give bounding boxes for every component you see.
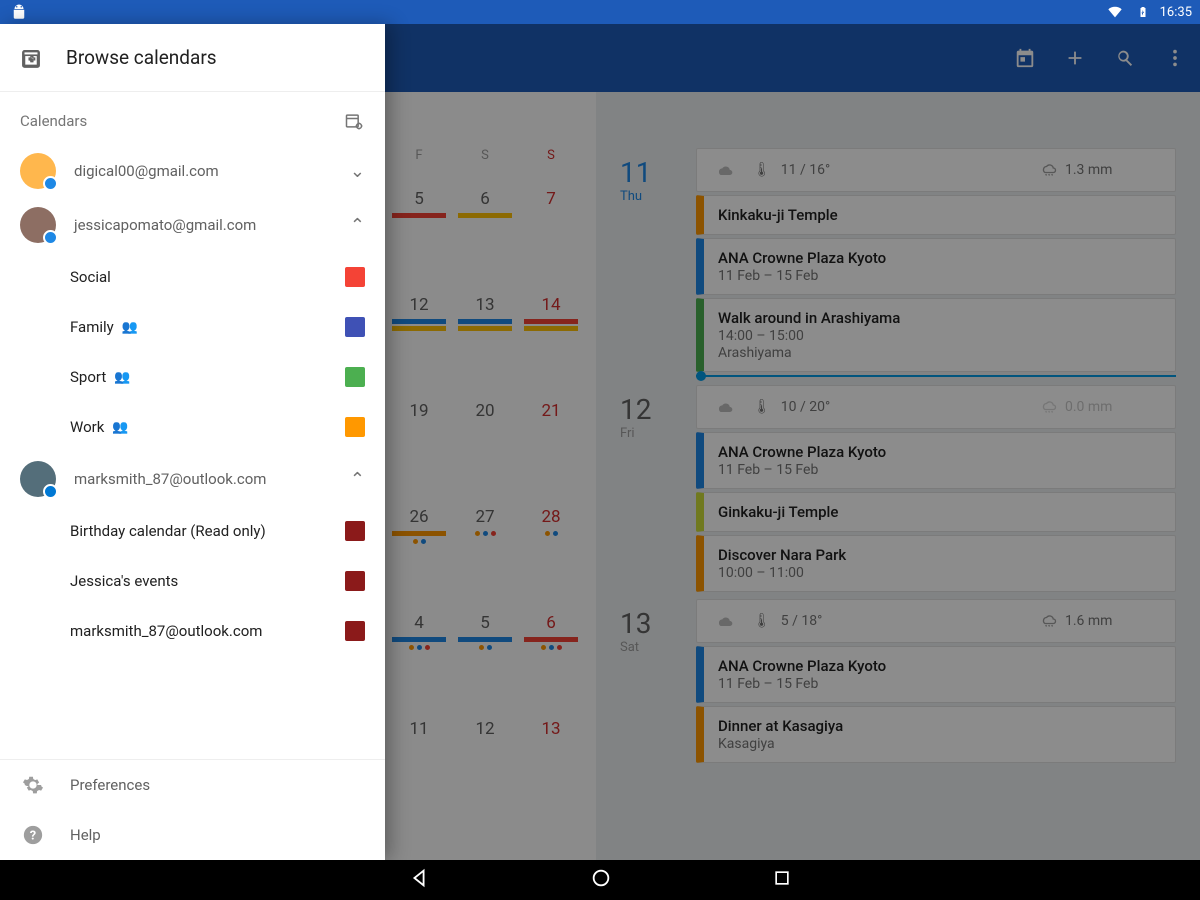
color-swatch bbox=[345, 317, 365, 337]
calendar-row[interactable]: Birthday calendar (Read only) bbox=[0, 506, 385, 556]
status-time: 16:35 bbox=[1160, 5, 1192, 20]
calendars-section-label: Calendars bbox=[20, 112, 87, 130]
calendar-name: Birthday calendar (Read only) bbox=[70, 522, 266, 540]
color-swatch bbox=[345, 621, 365, 641]
color-swatch bbox=[345, 367, 365, 387]
calendar-row[interactable]: Sport 👥 bbox=[0, 352, 385, 402]
chevron-up-icon[interactable]: ⌃ bbox=[350, 215, 365, 236]
calendar-row[interactable]: Family 👥 bbox=[0, 302, 385, 352]
account-email: marksmith_87@outlook.com bbox=[74, 470, 332, 488]
wifi-icon bbox=[1104, 1, 1126, 23]
chevron-up-icon[interactable]: ⌃ bbox=[350, 469, 365, 490]
preferences-row[interactable]: Preferences bbox=[0, 760, 385, 810]
status-bar: 16:35 bbox=[0, 0, 1200, 24]
calendar-row[interactable]: Jessica's events bbox=[0, 556, 385, 606]
account-row[interactable]: jessicapomato@gmail.com ⌃ bbox=[0, 198, 385, 252]
shared-icon: 👥 bbox=[122, 320, 138, 335]
android-icon bbox=[8, 1, 30, 23]
color-swatch bbox=[345, 521, 365, 541]
color-swatch bbox=[345, 417, 365, 437]
help-label: Help bbox=[70, 826, 101, 844]
color-swatch bbox=[345, 267, 365, 287]
chevron-down-icon[interactable]: ⌄ bbox=[350, 161, 365, 182]
help-icon: ? bbox=[22, 824, 44, 846]
recents-button[interactable] bbox=[772, 868, 792, 892]
drawer-title: Browse calendars bbox=[66, 46, 217, 69]
browse-calendars-icon bbox=[20, 47, 42, 69]
calendar-row[interactable]: marksmith_87@outlook.com bbox=[0, 606, 385, 656]
calendar-name: Jessica's events bbox=[70, 572, 178, 590]
help-row[interactable]: ? Help bbox=[0, 810, 385, 860]
back-button[interactable] bbox=[408, 867, 430, 893]
home-button[interactable] bbox=[590, 867, 612, 893]
avatar bbox=[20, 461, 56, 497]
calendar-settings-icon[interactable] bbox=[343, 110, 365, 132]
color-swatch bbox=[345, 571, 365, 591]
shared-icon: 👥 bbox=[112, 420, 128, 435]
shared-icon: 👥 bbox=[114, 370, 130, 385]
navigation-drawer: Browse calendars Calendars digical00@gma… bbox=[0, 24, 385, 860]
calendar-row[interactable]: Social bbox=[0, 252, 385, 302]
calendar-name: Social bbox=[70, 268, 111, 286]
drawer-header[interactable]: Browse calendars bbox=[0, 24, 385, 92]
calendar-name: Work bbox=[70, 418, 104, 436]
account-email: digical00@gmail.com bbox=[74, 162, 332, 180]
android-nav-bar bbox=[0, 860, 1200, 900]
svg-text:?: ? bbox=[30, 829, 36, 844]
account-email: jessicapomato@gmail.com bbox=[74, 216, 332, 234]
calendar-row[interactable]: Work 👥 bbox=[0, 402, 385, 452]
calendar-name: Family bbox=[70, 318, 114, 336]
account-row[interactable]: marksmith_87@outlook.com ⌃ bbox=[0, 452, 385, 506]
preferences-label: Preferences bbox=[70, 776, 150, 794]
avatar bbox=[20, 207, 56, 243]
account-row[interactable]: digical00@gmail.com ⌄ bbox=[0, 144, 385, 198]
calendar-name: marksmith_87@outlook.com bbox=[70, 622, 262, 640]
calendar-name: Sport bbox=[70, 368, 106, 386]
avatar bbox=[20, 153, 56, 189]
battery-icon bbox=[1132, 1, 1154, 23]
gear-icon bbox=[22, 774, 44, 796]
